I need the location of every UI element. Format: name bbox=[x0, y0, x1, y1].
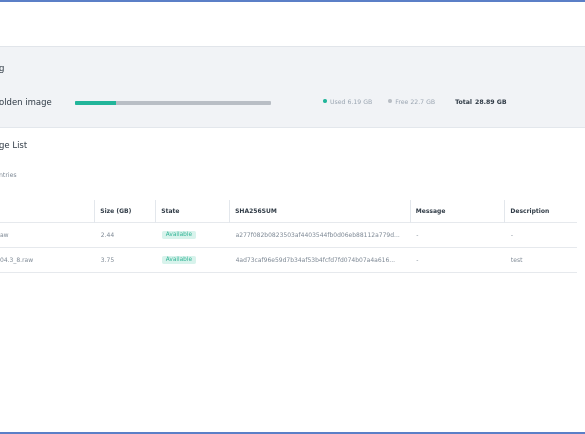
row-description: test bbox=[504, 247, 577, 273]
image-list-title: ge List bbox=[0, 141, 28, 151]
table-row[interactable]: 04.3_8.raw 3.75 Available 4ad73caf96e59d… bbox=[0, 247, 577, 273]
row-size: 3.75 bbox=[94, 247, 156, 273]
free-dot-icon bbox=[388, 99, 393, 103]
storage-panel: g olden image Used 6.19 GB Free 22.7 GB … bbox=[0, 47, 585, 128]
storage-used-fill bbox=[75, 101, 116, 105]
entries-selector-label[interactable]: ntries bbox=[0, 172, 17, 179]
col-message-header[interactable]: Message bbox=[409, 200, 505, 223]
golden-image-label: olden image bbox=[0, 98, 52, 108]
storage-title: g bbox=[0, 64, 4, 74]
storage-legend: Used 6.19 GB Free 22.7 GB Total 28.89 GB bbox=[323, 99, 507, 106]
used-label: Used bbox=[330, 99, 346, 106]
row-description: - bbox=[504, 222, 577, 248]
row-name: aw bbox=[0, 222, 95, 248]
status-badge: Available bbox=[161, 256, 197, 264]
row-message: - bbox=[410, 247, 505, 273]
row-sha: a277f082b0823503af4403544fb0d06eb88112a7… bbox=[229, 222, 411, 248]
col-sha-header[interactable]: SHA256SUM bbox=[229, 200, 411, 223]
col-name-header[interactable] bbox=[0, 200, 95, 223]
row-message: - bbox=[410, 222, 505, 248]
col-state-header[interactable]: State bbox=[155, 200, 230, 223]
image-table: Size (GB) State SHA256SUM Message Descri… bbox=[0, 200, 577, 273]
total-label: Total bbox=[455, 99, 473, 106]
used-dot-icon bbox=[323, 99, 327, 103]
app-frame: g olden image Used 6.19 GB Free 22.7 GB … bbox=[0, 0, 585, 434]
total-value: 28.89 GB bbox=[475, 99, 507, 106]
free-label: Free bbox=[395, 99, 409, 106]
storage-usage-bar bbox=[75, 101, 271, 105]
row-name: 04.3_8.raw bbox=[0, 247, 95, 273]
table-row[interactable]: aw 2.44 Available a277f082b0823503af4403… bbox=[0, 222, 577, 248]
row-size: 2.44 bbox=[94, 222, 156, 248]
top-bar bbox=[0, 2, 585, 47]
used-value: 6.19 GB bbox=[347, 99, 373, 106]
col-description-header[interactable]: Description bbox=[504, 200, 577, 223]
row-sha: 4ad73caf96e59d7b34af53b4fcfd7fd074b07a4a… bbox=[229, 247, 411, 273]
free-value: 22.7 GB bbox=[410, 99, 436, 106]
status-badge: Available bbox=[161, 231, 197, 239]
table-header-row: Size (GB) State SHA256SUM Message Descri… bbox=[0, 200, 577, 223]
col-size-header[interactable]: Size (GB) bbox=[94, 200, 156, 223]
